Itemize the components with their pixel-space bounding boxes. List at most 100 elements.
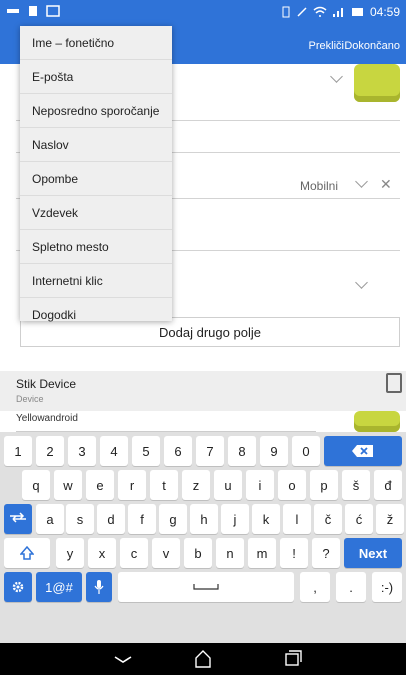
key-p[interactable]: p <box>310 470 338 500</box>
key-l[interactable]: l <box>283 504 311 534</box>
key-s-caron[interactable]: š <box>342 470 370 500</box>
keyboard-row-1: q w e r t z u i o p š đ <box>0 470 406 504</box>
field-type-menu: Ime – fonetično E-pošta Neposredno sporo… <box>20 26 172 322</box>
contact-photo[interactable] <box>354 64 400 102</box>
key-8[interactable]: 8 <box>228 436 256 466</box>
menu-item-im[interactable]: Neposredno sporočanje <box>20 94 172 128</box>
space-key[interactable] <box>118 572 294 602</box>
keyboard-row-bottom: 1@# , . :-) <box>0 572 406 606</box>
status-bar: 04:59 <box>0 0 406 26</box>
key-x[interactable]: x <box>88 538 116 568</box>
key-g[interactable]: g <box>159 504 187 534</box>
key-u[interactable]: u <box>214 470 242 500</box>
menu-item-website[interactable]: Spletno mesto <box>20 230 172 264</box>
name-field[interactable]: Yellowandroid <box>16 413 316 432</box>
next-key[interactable]: Next <box>344 538 402 568</box>
chevron-down-icon[interactable] <box>330 70 343 83</box>
account-name: Stik Device <box>16 377 77 391</box>
picture-icon <box>46 5 60 17</box>
key-f[interactable]: f <box>128 504 156 534</box>
key-z[interactable]: z <box>182 470 210 500</box>
key-7[interactable]: 7 <box>196 436 224 466</box>
menu-item-nickname[interactable]: Vzdevek <box>20 196 172 230</box>
period-key[interactable]: . <box>336 572 366 602</box>
key-h[interactable]: h <box>190 504 218 534</box>
shift-key[interactable] <box>4 538 50 568</box>
key-m[interactable]: m <box>248 538 276 568</box>
key-5[interactable]: 5 <box>132 436 160 466</box>
menu-item-email[interactable]: E-pošta <box>20 60 172 94</box>
account-photo[interactable] <box>354 411 400 432</box>
mute-icon <box>297 7 307 17</box>
key-v[interactable]: v <box>152 538 180 568</box>
key-d-stroke[interactable]: đ <box>374 470 402 500</box>
key-exclamation[interactable]: ! <box>280 538 308 568</box>
emoticon-key[interactable]: :-) <box>372 572 402 602</box>
key-e[interactable]: e <box>86 470 114 500</box>
key-b[interactable]: b <box>184 538 212 568</box>
chevron-down-icon[interactable] <box>355 175 368 188</box>
key-c[interactable]: c <box>120 538 148 568</box>
keyboard-row-3: y x c v b n m ! ? Next <box>0 538 406 572</box>
recent-apps-icon[interactable] <box>283 649 303 667</box>
key-i[interactable]: i <box>246 470 274 500</box>
gear-icon <box>12 581 24 593</box>
navigation-bar <box>0 643 406 675</box>
key-k[interactable]: k <box>252 504 280 534</box>
key-c-caron[interactable]: č <box>314 504 342 534</box>
key-3[interactable]: 3 <box>68 436 96 466</box>
key-4[interactable]: 4 <box>100 436 128 466</box>
key-2[interactable]: 2 <box>36 436 64 466</box>
key-o[interactable]: o <box>278 470 306 500</box>
menu-item-internet-call[interactable]: Internetni klic <box>20 264 172 298</box>
key-r[interactable]: r <box>118 470 146 500</box>
key-y[interactable]: y <box>56 538 84 568</box>
key-a[interactable]: a <box>36 504 64 534</box>
account-section: Stik Device Device <box>0 371 406 411</box>
key-q[interactable]: q <box>22 470 50 500</box>
key-n[interactable]: n <box>216 538 244 568</box>
menu-item-events[interactable]: Dogodki <box>20 298 172 332</box>
comma-key[interactable]: , <box>300 572 330 602</box>
key-1[interactable]: 1 <box>4 436 32 466</box>
vibrate-icon <box>282 6 290 18</box>
battery-icon <box>351 8 363 16</box>
account-fields: Yellowandroid <box>0 411 406 432</box>
phone-type-label[interactable]: Mobilni <box>300 179 338 193</box>
tab-icon <box>10 512 26 523</box>
keyboard-row-2: a s d f g h j k l č ć ž <box>0 504 406 538</box>
back-icon[interactable] <box>112 649 134 667</box>
key-d[interactable]: d <box>97 504 125 534</box>
file-icon <box>29 6 37 16</box>
backspace-key[interactable] <box>324 436 402 466</box>
key-0[interactable]: 0 <box>292 436 320 466</box>
system-icons: 04:59 <box>281 5 400 19</box>
home-icon[interactable] <box>193 649 213 669</box>
key-6[interactable]: 6 <box>164 436 192 466</box>
cancel-button[interactable]: Prekliči <box>309 40 344 52</box>
space-icon <box>193 584 219 590</box>
voice-input-key[interactable] <box>86 572 112 602</box>
microphone-icon <box>94 580 104 594</box>
key-j[interactable]: j <box>221 504 249 534</box>
key-t[interactable]: t <box>150 470 178 500</box>
signal-icon <box>332 8 343 17</box>
close-icon[interactable]: ✕ <box>380 176 392 193</box>
menu-item-address[interactable]: Naslov <box>20 128 172 162</box>
device-icon <box>386 373 402 393</box>
menu-item-phonetic-name[interactable]: Ime – fonetično <box>20 26 172 60</box>
chevron-down-icon[interactable] <box>355 276 368 289</box>
symbols-key[interactable]: 1@# <box>36 572 82 602</box>
shift-icon <box>20 546 34 560</box>
backspace-icon <box>352 445 373 457</box>
key-9[interactable]: 9 <box>260 436 288 466</box>
menu-item-notes[interactable]: Opombe <box>20 162 172 196</box>
key-c-acute[interactable]: ć <box>345 504 373 534</box>
done-button[interactable]: Dokončano <box>344 40 400 52</box>
settings-key[interactable] <box>4 572 32 602</box>
tab-key[interactable] <box>4 504 32 534</box>
key-question[interactable]: ? <box>312 538 340 568</box>
key-z-caron[interactable]: ž <box>376 504 404 534</box>
key-w[interactable]: w <box>54 470 82 500</box>
key-s[interactable]: s <box>66 504 94 534</box>
